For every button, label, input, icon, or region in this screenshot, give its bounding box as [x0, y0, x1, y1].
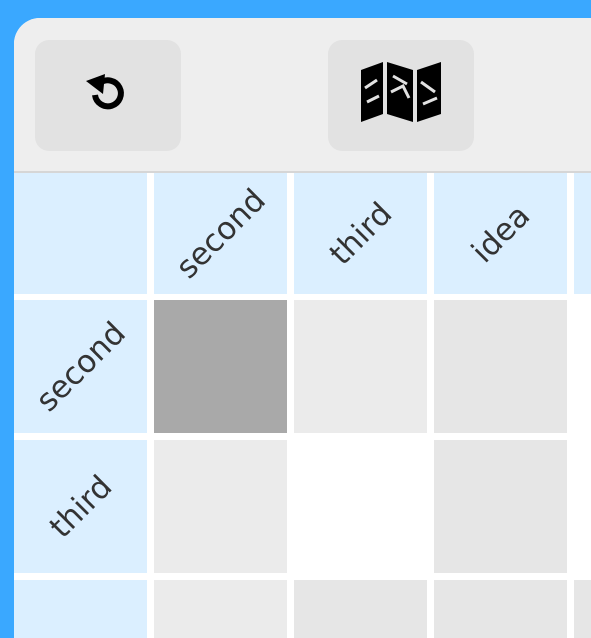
rotate-ccw-icon	[78, 63, 138, 128]
column-header-label: idea	[464, 197, 537, 270]
column-header: idea	[434, 173, 567, 294]
matrix-cell[interactable]	[434, 580, 567, 638]
matrix-cell[interactable]	[434, 440, 567, 573]
row-header: second	[14, 300, 147, 433]
row-header: third	[14, 440, 147, 573]
matrix-cell[interactable]	[294, 440, 427, 573]
map-icon	[351, 58, 451, 133]
column-header	[574, 173, 591, 294]
column-header: third	[294, 173, 427, 294]
matrix-cell-selected[interactable]	[154, 300, 287, 433]
toolbar	[14, 18, 591, 173]
reset-button[interactable]	[35, 40, 181, 151]
column-header-label: third	[322, 195, 399, 272]
matrix-cell[interactable]	[294, 300, 427, 433]
row-header-label: third	[42, 468, 119, 545]
column-header: second	[154, 173, 287, 294]
app-panel: second third idea second third	[14, 18, 591, 638]
matrix-cell[interactable]	[294, 580, 427, 638]
row-header-label: second	[28, 314, 133, 419]
column-header-label: second	[168, 181, 273, 286]
matrix-cell[interactable]	[574, 580, 591, 638]
matrix-cell[interactable]	[154, 580, 287, 638]
map-button[interactable]	[328, 40, 474, 151]
corner-cell	[14, 173, 147, 294]
matrix-cell[interactable]	[434, 300, 567, 433]
matrix-cell[interactable]	[154, 440, 287, 573]
row-header	[14, 580, 147, 638]
